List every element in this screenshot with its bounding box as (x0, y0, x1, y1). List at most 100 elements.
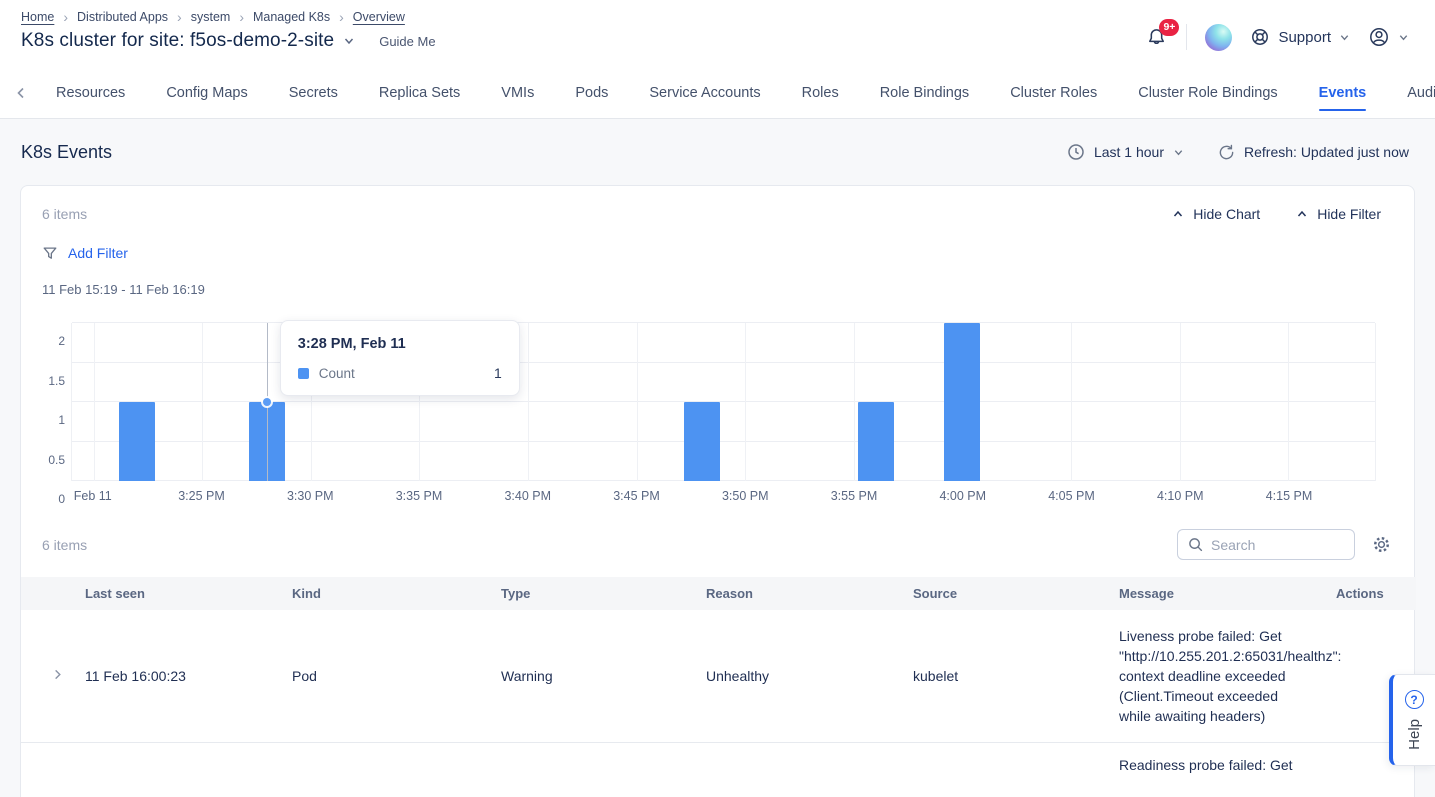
tab-cluster-roles[interactable]: Cluster Roles (1010, 79, 1097, 107)
gear-icon (1372, 535, 1391, 554)
search-input[interactable] (1211, 537, 1331, 553)
breadcrumb: Home›Distributed Apps›system›Managed K8s… (21, 10, 436, 24)
cell-source (913, 743, 1119, 797)
breadcrumb-separator-icon: › (339, 10, 344, 24)
tooltip-series-label: Count (319, 366, 355, 381)
column-header-type: Type (501, 577, 706, 610)
chevron-up-icon (1172, 208, 1184, 220)
tab-config-maps[interactable]: Config Maps (166, 79, 247, 107)
help-widget[interactable]: ? Help (1389, 674, 1435, 766)
tooltip-value: 1 (494, 365, 502, 381)
column-header-kind: Kind (292, 577, 501, 610)
tab-cluster-role-bindings[interactable]: Cluster Role Bindings (1138, 79, 1277, 107)
tab-resources[interactable]: Resources (56, 79, 125, 107)
row-expand-chevron-icon[interactable] (51, 668, 64, 681)
add-filter-button[interactable]: Add Filter (42, 245, 128, 261)
y-axis-tick-label: 1 (21, 413, 65, 427)
assistant-orb-icon[interactable] (1205, 24, 1232, 51)
series-swatch (298, 368, 309, 379)
table-row[interactable]: Readiness probe failed: Get (21, 743, 1416, 797)
x-axis-tick-label: 3:35 PM (396, 489, 443, 503)
guide-me-link[interactable]: Guide Me (379, 34, 435, 49)
chart-bar[interactable] (684, 402, 720, 481)
chart-items-count: 6 items (42, 206, 87, 222)
tab-replica-sets[interactable]: Replica Sets (379, 79, 460, 107)
table-row[interactable]: 11 Feb 16:00:23 Pod Warning Unhealthy ku… (21, 610, 1416, 743)
x-axis-tick-label: 4:05 PM (1048, 489, 1095, 503)
breadcrumb-item[interactable]: Managed K8s (253, 10, 330, 24)
tab-events[interactable]: Events (1319, 79, 1367, 107)
support-label: Support (1278, 29, 1331, 46)
cell-message: Liveness probe failed: Get "http://10.25… (1119, 610, 1336, 743)
column-header-actions: Actions (1336, 577, 1416, 610)
page-head: K8s Events Last 1 hour Refresh: Updated … (0, 119, 1435, 185)
support-menu[interactable]: Support (1250, 27, 1350, 47)
tabs-scroll-left-button[interactable] (14, 86, 28, 100)
chart-tooltip: 3:28 PM, Feb 11 Count 1 (280, 320, 520, 396)
hide-filter-button[interactable]: Hide Filter (1296, 206, 1381, 222)
table-settings-button[interactable] (1372, 535, 1391, 554)
events-chart[interactable]: 00.511.52 Feb 113:25 PM3:30 PM3:35 PM3:4… (21, 313, 1414, 509)
chart-hover-dot (263, 398, 271, 406)
page-title: K8s cluster for site: f5os-demo-2-site (21, 30, 334, 52)
chart-bar[interactable] (858, 402, 894, 481)
x-axis-tick-label: 3:50 PM (722, 489, 769, 503)
time-range-label: Last 1 hour (1094, 144, 1164, 160)
add-filter-label: Add Filter (68, 245, 128, 261)
refresh-button[interactable]: Refresh: Updated just now (1218, 144, 1409, 161)
chart-bar[interactable] (119, 402, 155, 481)
time-range-select[interactable]: Last 1 hour (1067, 143, 1184, 161)
x-axis-tick-label: 4:10 PM (1157, 489, 1204, 503)
notifications-button[interactable]: 9+ (1145, 26, 1168, 49)
events-panel: 6 items Hide Chart Hide Filter Add Filte… (20, 185, 1415, 797)
x-axis-tick-label: 3:25 PM (178, 489, 225, 503)
tooltip-title: 3:28 PM, Feb 11 (298, 336, 502, 352)
table-header-row: Last seenKindTypeReasonSourceMessageActi… (21, 577, 1416, 610)
breadcrumb-separator-icon: › (63, 10, 68, 24)
tab-pods[interactable]: Pods (575, 79, 608, 107)
account-menu[interactable] (1368, 26, 1409, 48)
account-chevron-down-icon (1398, 32, 1409, 43)
chart-plot[interactable] (71, 323, 1376, 481)
x-axis-tick-label: 4:15 PM (1266, 489, 1313, 503)
column-header-reason: Reason (706, 577, 913, 610)
y-axis-tick-label: 0.5 (21, 453, 65, 467)
tab-secrets[interactable]: Secrets (289, 79, 338, 107)
cell-message: Readiness probe failed: Get (1119, 743, 1336, 797)
tab-vmis[interactable]: VMIs (501, 79, 534, 107)
events-table: Last seenKindTypeReasonSourceMessageActi… (21, 577, 1416, 797)
breadcrumb-item[interactable]: system (191, 10, 231, 24)
breadcrumb-item[interactable]: Distributed Apps (77, 10, 168, 24)
column-header-source: Source (913, 577, 1119, 610)
tab-role-bindings[interactable]: Role Bindings (880, 79, 969, 107)
cell-last-seen: 11 Feb 16:00:23 (85, 610, 292, 743)
resource-tabbar: Resources Config Maps Secrets Replica Sets V… (0, 68, 1435, 119)
tab-audit-logs[interactable]: Audit Logs (1407, 79, 1435, 107)
y-axis-tick-label: 0 (21, 492, 65, 506)
x-axis-tick-label: 3:30 PM (287, 489, 334, 503)
x-axis-tick-label: 4:00 PM (939, 489, 986, 503)
x-axis-tick-label: 3:55 PM (831, 489, 878, 503)
header-divider (1186, 24, 1187, 50)
hide-chart-button[interactable]: Hide Chart (1172, 206, 1260, 222)
x-axis-tick-label: Feb 11 (74, 489, 112, 503)
chart-bar[interactable] (944, 323, 980, 481)
chevron-up-icon (1296, 208, 1308, 220)
lifebuoy-icon (1250, 27, 1270, 47)
breadcrumb-item[interactable]: Overview (353, 10, 405, 24)
y-axis-tick-label: 2 (21, 334, 65, 348)
time-range-chevron-icon (1173, 147, 1184, 158)
breadcrumb-item[interactable]: Home (21, 10, 54, 24)
section-title: K8s Events (21, 142, 112, 163)
tab-roles[interactable]: Roles (802, 79, 839, 107)
clock-icon (1067, 143, 1085, 161)
tab-service-accounts[interactable]: Service Accounts (649, 79, 760, 107)
search-box[interactable] (1177, 529, 1355, 560)
cell-type: Warning (501, 610, 706, 743)
user-icon (1368, 26, 1390, 48)
chart-date-range: 11 Feb 15:19 - 11 Feb 16:19 (42, 282, 1393, 297)
y-axis-tick-label: 1.5 (21, 374, 65, 388)
title-chevron-down-icon[interactable] (343, 35, 355, 47)
filter-funnel-icon (42, 245, 58, 261)
cell-kind: Pod (292, 610, 501, 743)
